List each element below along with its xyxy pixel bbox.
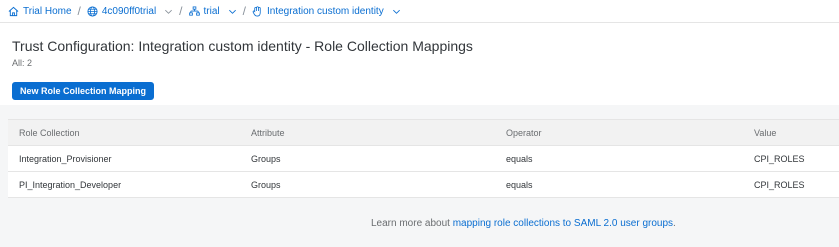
cell-attribute: Groups [251,179,281,190]
breadcrumb-separator: / [242,4,246,18]
cell-value: CPI_ROLES [754,153,805,164]
learn-more-suffix: . [673,218,676,229]
breadcrumb-label: Integration custom identity [266,5,384,17]
table-header-row: Role Collection Attribute Operator Value [8,120,839,146]
table-row[interactable]: PI_Integration_Developer Groups equals C… [8,172,839,198]
item-count: All: 2 [12,58,33,68]
chevron-down-icon[interactable] [228,7,237,16]
new-role-collection-mapping-button[interactable]: New Role Collection Mapping [12,82,155,100]
breadcrumb-item-trust-configuration[interactable]: Integration custom identity [252,6,401,17]
breadcrumb-item-global-account[interactable]: 4c090ff0trial [87,6,173,17]
trust-icon [252,5,263,17]
breadcrumb-label: trial [203,5,220,17]
chevron-down-icon[interactable] [392,7,401,16]
page-title: Trust Configuration: Integration custom … [12,38,473,54]
learn-more-prefix: Learn more about [371,218,453,229]
breadcrumb-label: 4c090ff0trial [101,5,157,17]
cell-value: CPI_ROLES [754,179,805,190]
column-header-operator[interactable]: Operator [506,128,754,138]
home-icon [8,6,19,17]
breadcrumb: Trial Home / 4c090ff0trial / trial / Int… [0,0,839,23]
breadcrumb-item-trial-home[interactable]: Trial Home [8,6,72,17]
cell-role-collection: PI_Integration_Developer [19,179,122,190]
role-collection-mappings-table: Role Collection Attribute Operator Value… [8,119,839,198]
breadcrumb-item-subaccount[interactable]: trial [188,5,237,17]
subaccount-icon [188,6,200,17]
chevron-down-icon[interactable] [164,7,173,16]
cell-attribute: Groups [251,153,281,164]
globe-icon [87,5,98,17]
breadcrumb-separator: / [179,4,183,18]
breadcrumb-label: Trial Home [23,5,72,17]
cell-operator: equals [506,179,533,190]
column-header-value[interactable]: Value [754,128,839,138]
cell-role-collection: Integration_Provisioner [19,153,112,164]
breadcrumb-separator: / [77,4,81,18]
column-header-role-collection[interactable]: Role Collection [8,128,251,138]
page-header: Trust Configuration: Integration custom … [0,23,839,105]
learn-more-link[interactable]: mapping role collections to SAML 2.0 use… [453,218,673,229]
column-header-attribute[interactable]: Attribute [251,128,506,138]
learn-more-text: Learn more about mapping role collection… [371,218,676,229]
table-row[interactable]: Integration_Provisioner Groups equals CP… [8,146,839,172]
cell-operator: equals [506,153,533,164]
